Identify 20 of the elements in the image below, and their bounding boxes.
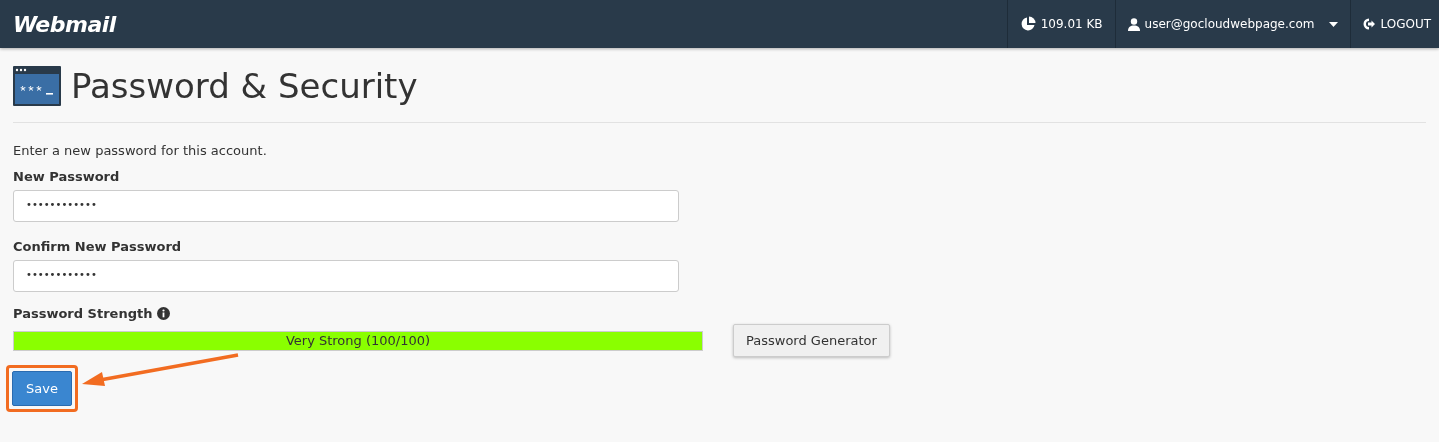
user-menu[interactable]: user@gocloudwebpage.com: [1127, 17, 1339, 31]
logout-icon: [1363, 18, 1376, 30]
password-field[interactable]: ••••••••••••: [13, 190, 679, 222]
strength-reading: Very Strong (100/100): [284, 332, 432, 350]
intro-text: Enter a new password for this account.: [13, 143, 268, 158]
save-button[interactable]: Save: [12, 371, 72, 406]
pie-chart-icon: [1019, 16, 1036, 32]
password-field[interactable]: ••••••••••••: [13, 260, 679, 292]
field-label: Confirm New Password: [13, 239, 182, 254]
password-icon: [13, 66, 61, 106]
logo[interactable]: Webmail: [13, 11, 116, 37]
page-title: Password & Security: [71, 66, 418, 106]
user-icon: [1127, 17, 1140, 31]
caret-icon: [1329, 21, 1339, 27]
field-label: Password Strength: [13, 306, 153, 321]
password-generator-button[interactable]: Password Generator: [733, 324, 890, 357]
logout-button[interactable]: LOGOUT: [1363, 17, 1431, 31]
field-label: New Password: [13, 169, 120, 184]
info-icon: [157, 307, 171, 320]
disk-usage: 109.01 KB: [1040, 17, 1103, 31]
